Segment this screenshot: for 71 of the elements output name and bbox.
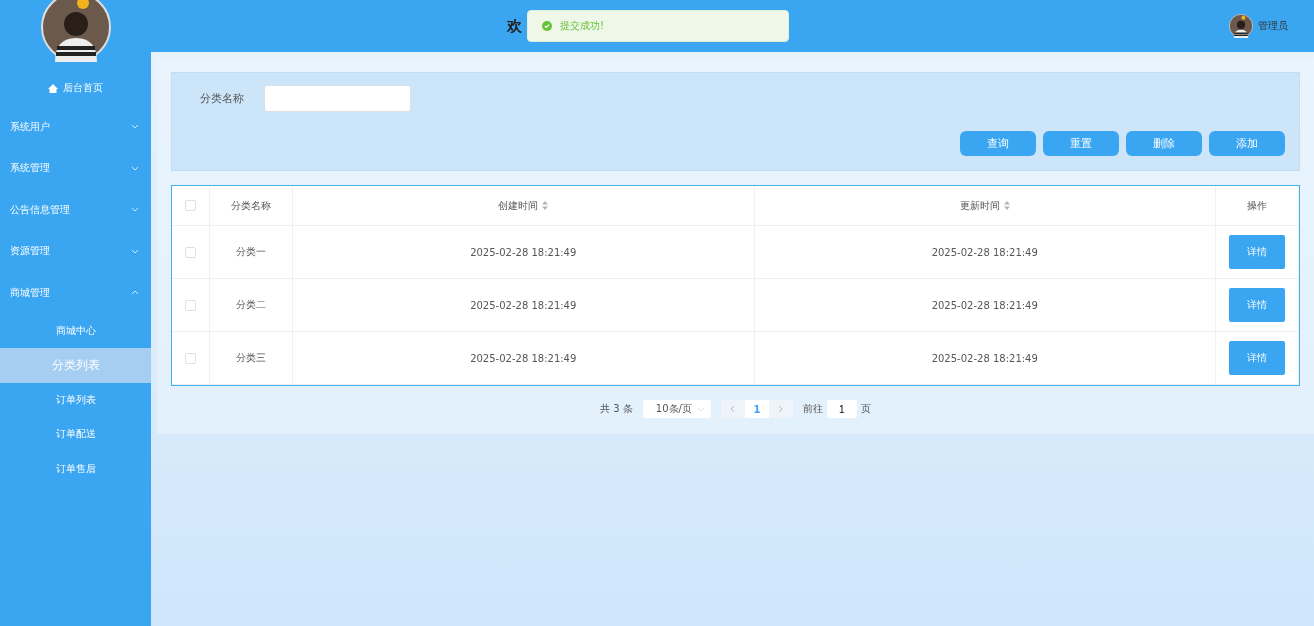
welcome-title: 欢 [507,16,522,36]
toast-message: 提交成功! [560,19,604,33]
goto-label: 前往 [802,402,823,416]
table-cell: 2025-02-28 18:21:49 [470,299,577,311]
chevron-down-icon [131,207,139,213]
check-circle-icon [542,21,552,31]
chevron-down-icon [131,248,139,254]
name-input-field[interactable] [264,85,411,112]
chevron-left-icon [730,405,736,413]
action-button[interactable]: 添加 [1209,131,1285,156]
page-number[interactable]: 1 [744,400,769,418]
column-title: 分类名称 [231,198,271,213]
user-avatar [1229,14,1253,38]
page-size-value: 10条/页 [655,402,692,416]
column-title: 操作 [1247,198,1267,213]
detail-button[interactable]: 详情 [1229,341,1285,375]
menu-item[interactable]: 商城管理 [0,272,151,314]
action-button[interactable]: 删除 [1126,131,1202,156]
column-header[interactable]: 更新时间 [754,186,1216,226]
chevron-down-icon [696,406,705,412]
select-all-checkbox[interactable] [185,200,196,211]
menu-item[interactable]: 系统管理 [0,147,151,189]
sort-icon[interactable] [542,201,549,210]
table-cell: 2025-02-28 18:21:49 [931,299,1038,311]
column-header[interactable]: 创建时间 [293,186,755,226]
menu-label: 公告信息管理 [10,202,70,217]
table-cell: 分类三 [236,351,266,365]
row-checkbox[interactable] [185,246,196,258]
total-count: 共 3 条 [600,402,633,416]
table-cell: 2025-02-28 18:21:49 [931,246,1038,258]
chevron-down-icon [131,124,139,130]
chevron-right-icon [778,405,784,413]
avatar [40,0,111,62]
table-cell: 分类一 [236,245,266,259]
menu-label: 系统用户 [10,119,50,134]
home-icon [48,83,58,93]
menu-item[interactable]: 系统用户 [0,106,151,148]
submenu-item[interactable]: 订单配送 [0,417,151,452]
detail-button[interactable]: 详情 [1229,288,1285,322]
detail-button[interactable]: 详情 [1229,235,1285,269]
menu-label: 资源管理 [10,244,50,259]
column-title: 更新时间 [959,198,1000,213]
row-checkbox[interactable] [185,299,196,311]
table-cell: 2025-02-28 18:21:49 [470,246,577,258]
column-title: 创建时间 [498,198,539,213]
home-menu-item[interactable]: 后台首页 [0,70,151,106]
page-unit-label: 页 [860,402,871,416]
menu-label: 系统管理 [10,161,50,176]
field-label: 分类名称 [200,91,244,106]
previous-page-button[interactable] [720,400,745,418]
page-size-select[interactable]: 10条/页 [642,400,711,418]
submenu-item[interactable]: 商城中心 [0,313,151,348]
submenu-item[interactable]: 订单列表 [0,382,151,417]
sort-icon[interactable] [1003,201,1010,210]
next-page-button[interactable] [768,400,793,418]
row-checkbox[interactable] [185,352,196,364]
user-name: 管理员 [1258,19,1288,33]
menu-label: 商城管理 [10,285,50,300]
table-cell: 2025-02-28 18:21:49 [931,352,1038,364]
chevron-up-icon [131,290,139,296]
menu-item[interactable]: 公告信息管理 [0,189,151,231]
action-button[interactable]: 重置 [1043,131,1119,156]
action-button[interactable]: 查询 [960,131,1036,156]
home-label: 后台首页 [63,81,103,95]
menu-item[interactable]: 资源管理 [0,230,151,272]
submenu-item[interactable]: 分类列表 [0,348,151,383]
submenu-item[interactable]: 订单售后 [0,451,151,486]
table-cell: 2025-02-28 18:21:49 [470,352,577,364]
goto-page-field[interactable]: 1 [826,400,857,418]
table-cell: 分类二 [236,298,266,312]
chevron-down-icon [131,165,139,171]
